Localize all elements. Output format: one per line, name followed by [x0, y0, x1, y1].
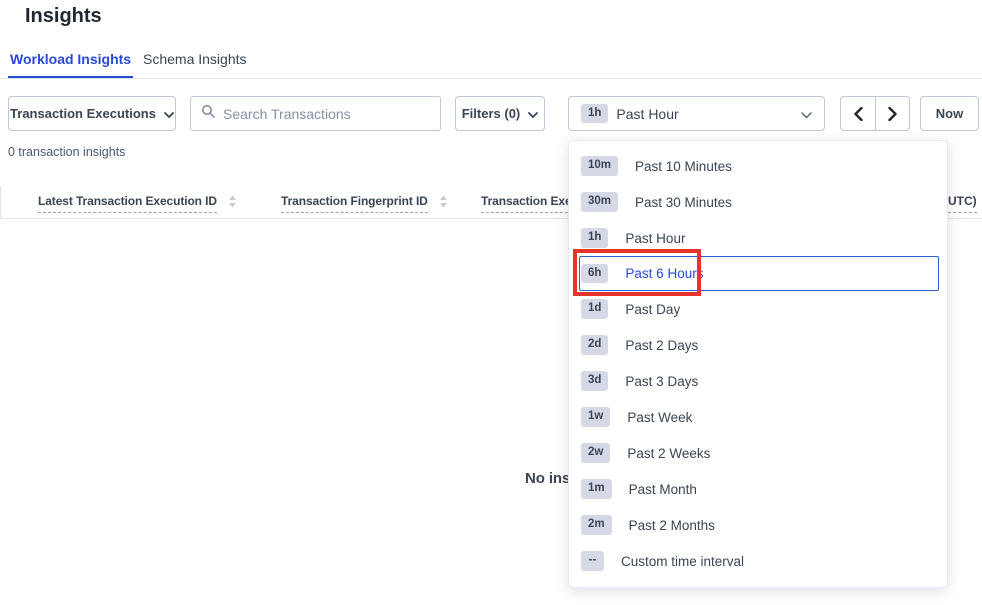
page-title: Insights [25, 5, 102, 28]
column-header-latest-transaction-execution-id[interactable]: Latest Transaction Execution ID [38, 194, 237, 213]
tab-workload-insights[interactable]: Workload Insights [8, 44, 133, 78]
chevron-down-icon [801, 106, 812, 122]
time-option-past-10-minutes[interactable]: 10m Past 10 Minutes [569, 148, 947, 184]
filters-button-label: Filters (0) [462, 106, 521, 121]
time-option-past-6-hours[interactable]: 6h Past 6 Hours [579, 256, 939, 291]
time-option-badge: 1h [581, 228, 608, 248]
time-option-past-3-days[interactable]: 3d Past 3 Days [569, 363, 947, 399]
time-option-past-month[interactable]: 1m Past Month [569, 471, 947, 507]
time-option-badge: -- [581, 551, 604, 571]
time-option-badge: 1w [581, 407, 610, 427]
sort-icon[interactable] [439, 195, 448, 213]
now-button[interactable]: Now [920, 96, 979, 131]
time-option-past-day[interactable]: 1d Past Day [569, 291, 947, 327]
filters-button[interactable]: Filters (0) [455, 96, 545, 131]
chevron-down-icon [164, 106, 174, 121]
time-interval-label: Past Hour [616, 106, 678, 122]
column-header-transaction-fingerprint-id[interactable]: Transaction Fingerprint ID [281, 194, 448, 213]
time-interval-badge: 1h [581, 104, 608, 124]
time-option-past-2-days[interactable]: 2d Past 2 Days [569, 327, 947, 363]
time-interval-select[interactable]: 1h Past Hour [568, 96, 825, 131]
search-icon [201, 104, 215, 123]
tab-schema-insights[interactable]: Schema Insights [143, 44, 247, 78]
time-option-past-2-months[interactable]: 2m Past 2 Months [569, 507, 947, 543]
time-option-badge: 3d [581, 371, 608, 391]
search-box [190, 96, 441, 131]
time-option-badge: 2m [581, 515, 612, 535]
time-interval-pager [840, 96, 910, 131]
time-option-badge: 1m [581, 479, 612, 499]
time-option-badge: 6h [581, 264, 608, 284]
tab-bar: Workload Insights Schema Insights [0, 44, 982, 79]
next-interval-button[interactable] [875, 96, 910, 131]
time-option-past-30-minutes[interactable]: 30m Past 30 Minutes [569, 184, 947, 220]
insights-page: Insights Workload Insights Schema Insigh… [0, 0, 982, 605]
chevron-down-icon [528, 106, 538, 121]
time-option-badge: 2w [581, 443, 610, 463]
search-input[interactable] [223, 106, 430, 122]
time-option-badge: 2d [581, 335, 608, 355]
prev-interval-button[interactable] [840, 96, 875, 131]
time-option-custom-time-interval[interactable]: -- Custom time interval [569, 543, 947, 579]
time-option-past-week[interactable]: 1w Past Week [569, 399, 947, 435]
transaction-type-select[interactable]: Transaction Executions [8, 96, 176, 131]
time-option-badge: 10m [581, 156, 618, 176]
insights-count: 0 transaction insights [8, 145, 125, 159]
sort-icon[interactable] [228, 195, 237, 213]
time-option-past-2-weeks[interactable]: 2w Past 2 Weeks [569, 435, 947, 471]
transaction-type-select-label: Transaction Executions [10, 106, 156, 121]
time-interval-dropdown: 10m Past 10 Minutes 30m Past 30 Minutes … [568, 140, 948, 588]
time-option-badge: 1d [581, 299, 608, 319]
time-option-badge: 30m [581, 192, 618, 212]
column-header-utc-fragment: UTC) [948, 194, 977, 213]
time-option-past-hour[interactable]: 1h Past Hour [569, 220, 947, 256]
